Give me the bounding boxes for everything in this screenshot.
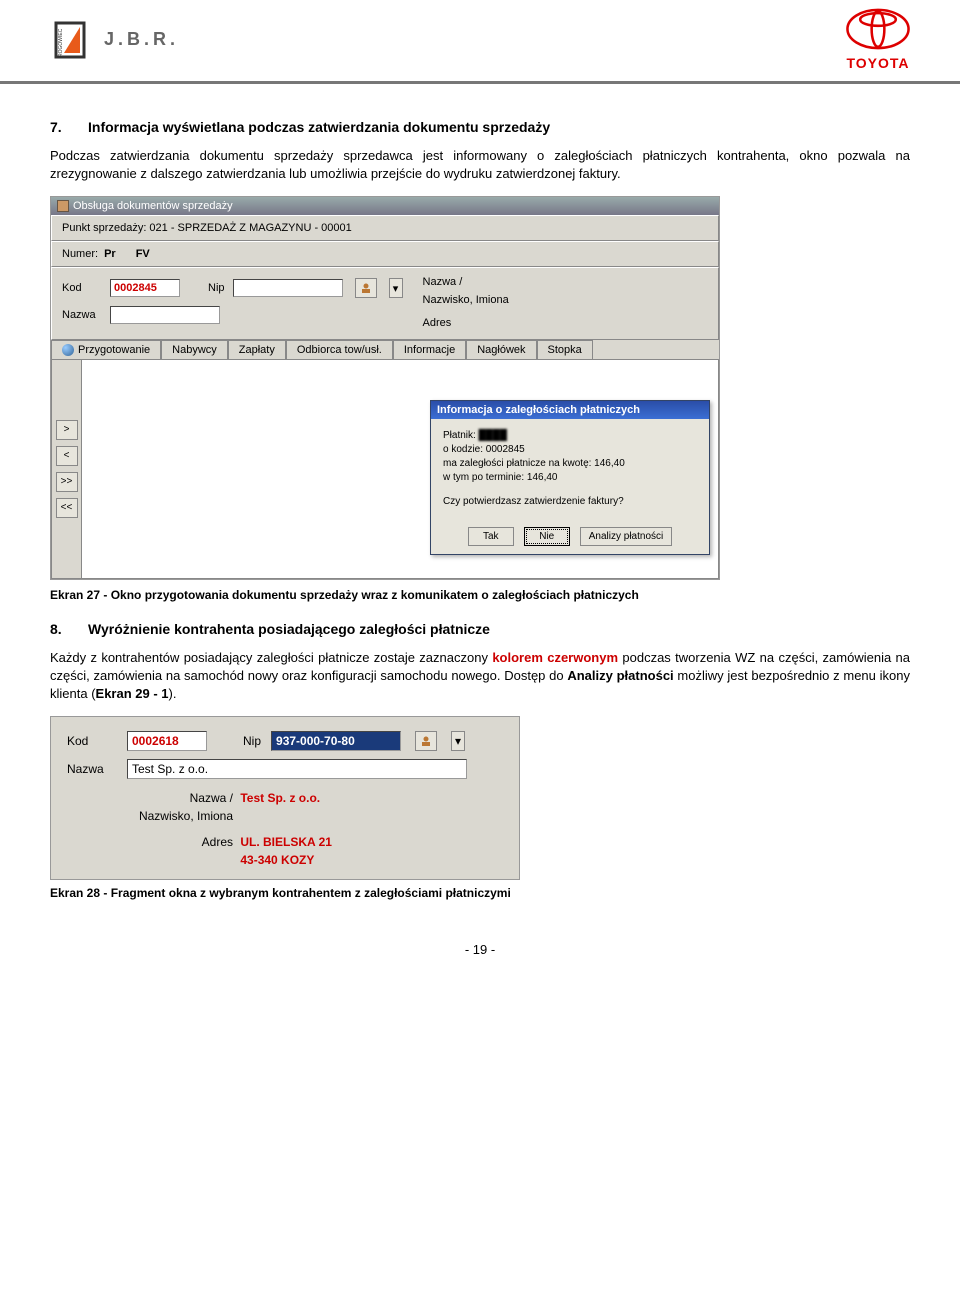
section-7-title: Informacja wyświetlana podczas zatwierdz…: [88, 119, 550, 135]
person-icon: [360, 282, 372, 294]
sc2-kod-input[interactable]: 0002618: [127, 731, 207, 751]
tab-zaplaty[interactable]: Zapłaty: [228, 340, 286, 359]
sc2-r-adres-val1: UL. BIELSKA 21: [240, 835, 332, 849]
section-8-paragraph: Każdy z kontrahentów posiadający zaległo…: [50, 649, 910, 702]
sc2-details: Nazwa / Test Sp. z o.o. Nazwisko, Imiona…: [123, 789, 503, 869]
section-7-heading: 7.Informacja wyświetlana podczas zatwier…: [50, 119, 910, 135]
contact-icon-button[interactable]: [355, 278, 377, 298]
section-8-title: Wyróżnienie kontrahenta posiadającego za…: [88, 621, 490, 637]
screenshot-ekran-27: Obsługa dokumentów sprzedaży Punkt sprze…: [50, 196, 720, 580]
sc2-nip-label: Nip: [243, 734, 261, 748]
tab-odbiorca[interactable]: Odbiorca tow/usł.: [286, 340, 393, 359]
nip-input[interactable]: [233, 279, 343, 297]
section-8-num: 8.: [50, 621, 88, 637]
page-number: - 19 -: [50, 942, 910, 957]
nav-buttons: > < >> <<: [52, 360, 82, 578]
caption-ekran-27: Ekran 27 - Okno przygotowania dokumentu …: [50, 588, 910, 604]
toyota-logo: TOYOTA: [846, 8, 910, 71]
bold-analizy: Analizy płatności: [567, 668, 673, 683]
dialog-buttons: Tak Nie Analizy płatności: [431, 519, 709, 554]
r-nazwisko-label: Nazwisko, Imiona: [423, 294, 509, 306]
tabs-bar: Przygotowanie Nabywcy Zapłaty Odbiorca t…: [51, 340, 719, 359]
dialog-line4: w tym po terminie: 146,40: [443, 471, 697, 485]
panel-numer: Numer: Pr FV: [51, 241, 719, 267]
dialog-line2: o kodzie: 0002845: [443, 443, 697, 457]
tab-nabywcy[interactable]: Nabywcy: [161, 340, 228, 359]
section-7-paragraph: Podczas zatwierdzania dokumentu sprzedaż…: [50, 147, 910, 182]
tab-naglowek[interactable]: Nagłówek: [466, 340, 536, 359]
content-area: > < >> << Informacja o zaległościach pła…: [51, 359, 719, 579]
tab-przygotowanie[interactable]: Przygotowanie: [51, 340, 161, 359]
window-title-text: Obsługa dokumentów sprzedaży: [73, 200, 233, 212]
sc2-kod-label: Kod: [67, 734, 117, 748]
sc2-contact-icon-button[interactable]: [415, 731, 437, 751]
numer-pr: Pr: [104, 248, 116, 260]
r-adres-label: Adres: [423, 317, 452, 329]
tab-informacje[interactable]: Informacje: [393, 340, 466, 359]
nip-label: Nip: [208, 282, 225, 294]
rogowiec-icon: ROGOWIEC: [50, 17, 96, 63]
dialog-line1: Płatnik:: [443, 430, 476, 441]
section-7-num: 7.: [50, 119, 88, 135]
nazwa-label: Nazwa: [62, 309, 102, 321]
window-icon: [57, 200, 69, 212]
nav-prev[interactable]: <: [56, 446, 78, 466]
sc2-r-nazwisko-label: Nazwisko, Imiona: [123, 807, 233, 825]
person-icon: [420, 735, 432, 747]
window-titlebar: Obsługa dokumentów sprzedaży: [51, 197, 719, 215]
sc2-r-nazwa-label: Nazwa /: [123, 789, 233, 807]
section-8-heading: 8.Wyróżnienie kontrahenta posiadającego …: [50, 621, 910, 637]
dialog-body: Płatnik: ████ o kodzie: 0002845 ma zaleg…: [431, 419, 709, 519]
client-details: Nazwa / Nazwisko, Imiona Adres: [423, 274, 509, 333]
dialog-analyze-button[interactable]: Analizy płatności: [580, 527, 672, 546]
logo-left: ROGOWIEC J.B.R.: [50, 17, 179, 63]
sc2-nazwa-label: Nazwa: [67, 762, 117, 776]
nav-last[interactable]: >>: [56, 472, 78, 492]
dialog-line3: ma zaległości płatnicze na kwotę: 146,40: [443, 457, 697, 471]
nav-first[interactable]: <<: [56, 498, 78, 518]
tab-stopka[interactable]: Stopka: [537, 340, 593, 359]
screenshot-ekran-28: Kod 0002618 Nip 937-000-70-80 ▾ Nazwa Te…: [50, 716, 520, 880]
rogowiec-text: ROGOWIEC: [58, 28, 64, 57]
red-highlight: kolorem czerwonym: [492, 650, 618, 665]
dialog-title: Informacja o zaległościach płatniczych: [431, 401, 709, 419]
punkt-sprzedazy-text: Punkt sprzedaży: 021 - SPRZEDAŻ Z MAGAZY…: [62, 222, 708, 234]
r-nazwa-label: Nazwa /: [423, 276, 463, 288]
dialog-no-button[interactable]: Nie: [524, 527, 570, 546]
dropdown-button[interactable]: ▾: [389, 278, 403, 298]
arrears-dialog: Informacja o zaległościach płatniczych P…: [430, 400, 710, 555]
numer-label: Numer:: [62, 248, 98, 260]
panel-punkt: Punkt sprzedaży: 021 - SPRZEDAŻ Z MAGAZY…: [51, 215, 719, 241]
sc2-r-adres-label: Adres: [123, 833, 233, 851]
toyota-icon: [846, 8, 910, 50]
sc2-r-adres-val2: 43-340 KOZY: [240, 853, 314, 867]
kod-input[interactable]: 0002845: [110, 279, 180, 297]
bold-ekran29: Ekran 29 - 1: [96, 686, 169, 701]
numer-fv: FV: [136, 248, 150, 260]
globe-icon: [62, 344, 74, 356]
sc2-nip-input[interactable]: 937-000-70-80: [271, 731, 401, 751]
dialog-yes-button[interactable]: Tak: [468, 527, 514, 546]
toyota-text: TOYOTA: [846, 55, 910, 71]
jbr-text: J.B.R.: [104, 29, 179, 50]
panel-client: Kod 0002845 Nip ▾ Nazwa: [51, 267, 719, 340]
nazwa-input[interactable]: [110, 306, 220, 324]
page-header: ROGOWIEC J.B.R. TOYOTA: [0, 0, 960, 84]
nav-next[interactable]: >: [56, 420, 78, 440]
dialog-question: Czy potwierdzasz zatwierdzenie faktury?: [443, 495, 697, 509]
caption-ekran-28: Ekran 28 - Fragment okna z wybranym kont…: [50, 886, 910, 902]
kod-label: Kod: [62, 282, 102, 294]
sc2-r-nazwa-val: Test Sp. z o.o.: [240, 791, 320, 805]
sc2-nazwa-input[interactable]: Test Sp. z o.o.: [127, 759, 467, 779]
sc2-dropdown-button[interactable]: ▾: [451, 731, 465, 751]
